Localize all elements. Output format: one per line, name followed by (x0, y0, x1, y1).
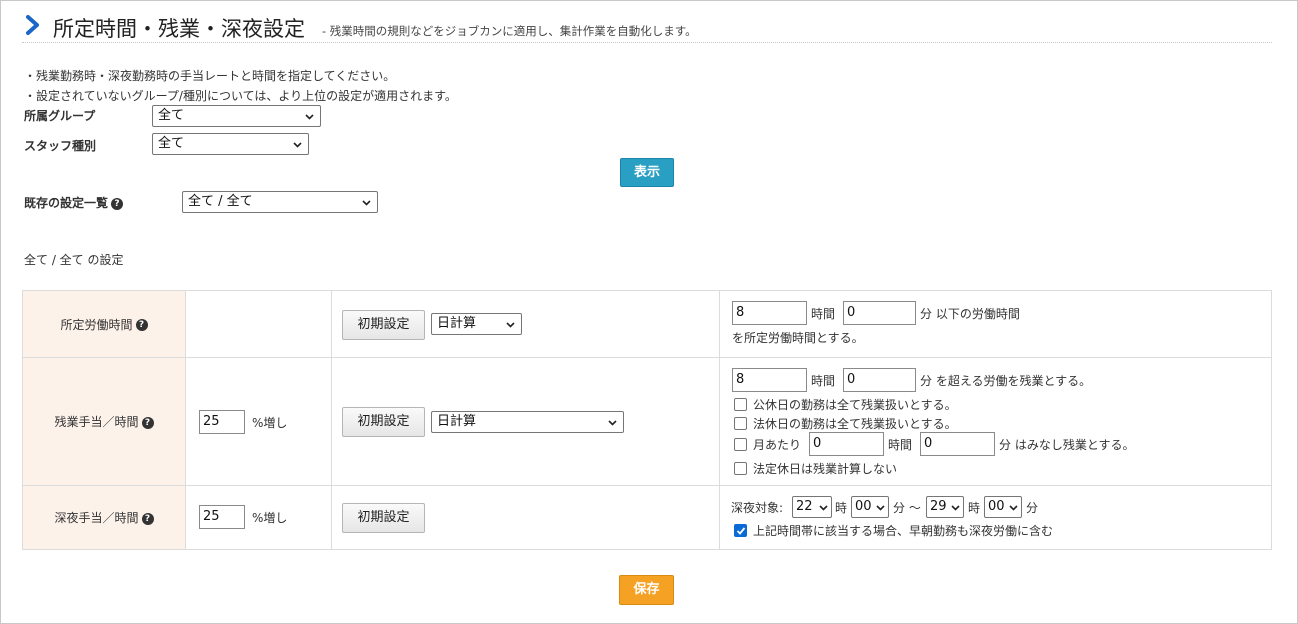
table-row: 深夜手当／時間? 25 %増し 初期設定 深夜対象: 22 時 00 分 〜 2… (22, 485, 1272, 550)
section-title: 全て / 全て の設定 (24, 253, 124, 267)
overtime-rate-cell: 25 %増し (185, 357, 332, 486)
save-button[interactable]: 保存 (619, 575, 674, 605)
night-init-button[interactable]: 初期設定 (342, 503, 425, 533)
page-header: 所定時間・残業・深夜設定 - 残業時間の規則などをジョブカンに適用し、集計作業を… (22, 10, 1272, 43)
scheduled-init-button[interactable]: 初期設定 (342, 310, 425, 340)
staff-type-label: スタッフ種別 (24, 139, 97, 153)
rate-unit: %増し (252, 416, 288, 430)
deemed-tail-text: 分 はみなし残業とする。 (999, 438, 1135, 452)
overtime-minutes-input[interactable]: 0 (843, 368, 916, 392)
hour-unit: 時 (835, 501, 848, 515)
group-select[interactable]: 全て (152, 105, 321, 127)
public-holiday-label: 公休日の勤務は全て残業扱いとする。 (753, 398, 957, 412)
scheduled-detail-cell: 8 時間 0 分 以下の労働時間 を所定労働時間とする。 (719, 290, 1272, 358)
early-morning-checkbox[interactable] (734, 524, 747, 537)
hours-unit: 時間 (811, 307, 836, 321)
chevron-down-icon (951, 505, 960, 511)
legal-holiday-label: 法休日の勤務は全て残業扱いとする。 (753, 417, 957, 431)
overtime-rate-input[interactable]: 25 (199, 410, 245, 434)
night-detail-cell: 深夜対象: 22 時 00 分 〜 29 時 00 分 上記時間帯に該当する場合… (719, 485, 1272, 550)
instructions: ・残業勤務時・深夜勤務時の手当レートと時間を指定してください。 ・設定されていな… (24, 66, 457, 106)
chevron-down-icon (293, 142, 302, 148)
night-target-label: 深夜対象: (731, 501, 784, 515)
existing-settings-select-value: 全て / 全て (188, 194, 253, 209)
minute-tilde: 分 〜 (893, 501, 921, 515)
deemed-minutes-input[interactable]: 0 (920, 432, 995, 456)
chevron-down-icon (819, 505, 828, 511)
hours-unit: 時間 (811, 374, 836, 388)
group-select-value: 全て (158, 108, 185, 123)
overtime-tail-text: 分 を超える労働を残業とする。 (920, 374, 1092, 388)
night-from-hour-select[interactable]: 22 (792, 496, 832, 518)
overtime-hours-input[interactable]: 8 (732, 368, 807, 392)
overtime-calc-select[interactable]: 日計算 (431, 411, 624, 433)
help-icon[interactable]: ? (141, 416, 154, 429)
scheduled-minutes-input[interactable]: 0 (843, 301, 916, 325)
minute-unit: 分 (1026, 501, 1039, 515)
check-icon (736, 527, 746, 535)
legal-holiday-checkbox[interactable] (734, 417, 747, 430)
existing-settings-select[interactable]: 全て / 全て (182, 191, 378, 213)
page-title: 所定時間・残業・深夜設定 (53, 17, 305, 41)
scheduled-tail-text: 分 以下の労働時間 (920, 307, 1020, 321)
table-row: 残業手当／時間? 25 %増し 初期設定 日計算 8 時間 0 分 を超える労働… (22, 357, 1272, 486)
overtime-header: 残業手当／時間? (22, 357, 186, 486)
hour-unit: 時 (968, 501, 981, 515)
settings-table: 所定労働時間? 初期設定 日計算 8 時間 0 分 以下の労働時間 を所定労働時… (22, 290, 1272, 550)
night-to-minute-select[interactable]: 00 (984, 496, 1022, 518)
legal-holiday-no-calc-label: 法定休日は残業計算しない (753, 462, 898, 476)
group-label: 所属グループ (24, 109, 96, 123)
night-from-minute-select[interactable]: 00 (851, 496, 889, 518)
instruction-line: ・設定されていないグループ/種別については、より上位の設定が適用されます。 (24, 89, 457, 103)
page-subtitle: - 残業時間の規則などをジョブカンに適用し、集計作業を自動化します。 (322, 24, 697, 38)
scheduled-calc-cell: 初期設定 日計算 (331, 290, 720, 358)
chevron-down-icon (876, 505, 885, 511)
early-morning-label: 上記時間帯に該当する場合、早朝勤務も深夜労働に含む (753, 524, 1054, 538)
hours-unit: 時間 (888, 438, 913, 452)
chevron-down-icon (305, 114, 314, 120)
show-button[interactable]: 表示 (620, 158, 674, 187)
legal-holiday-no-calc-checkbox[interactable] (734, 462, 747, 475)
scheduled-rate-cell (185, 290, 332, 358)
chevron-right-icon (26, 15, 39, 35)
scheduled-calc-select[interactable]: 日計算 (431, 313, 522, 335)
rate-unit: %増し (252, 511, 288, 525)
night-rate-input[interactable]: 25 (199, 505, 245, 529)
monthly-deemed-checkbox[interactable] (734, 438, 747, 451)
chevron-down-icon (362, 200, 371, 206)
deemed-hours-input[interactable]: 0 (809, 432, 884, 456)
help-icon[interactable]: ? (135, 319, 148, 331)
instruction-line: ・残業勤務時・深夜勤務時の手当レートと時間を指定してください。 (24, 69, 396, 83)
chevron-down-icon (506, 322, 515, 328)
scheduled-hours-header: 所定労働時間? (22, 290, 186, 358)
night-header: 深夜手当／時間? (22, 485, 186, 550)
overtime-init-button[interactable]: 初期設定 (342, 407, 425, 437)
table-row: 所定労働時間? 初期設定 日計算 8 時間 0 分 以下の労働時間 を所定労働時… (22, 290, 1272, 358)
night-rate-cell: 25 %増し (185, 485, 332, 550)
night-to-hour-select[interactable]: 29 (926, 496, 964, 518)
night-calc-cell: 初期設定 (331, 485, 720, 550)
overtime-calc-cell: 初期設定 日計算 (331, 357, 720, 486)
scheduled-line2-text: を所定労働時間とする。 (732, 331, 864, 345)
public-holiday-checkbox[interactable] (734, 398, 747, 411)
existing-settings-label: 既存の設定一覧? (24, 194, 124, 211)
help-icon[interactable]: ? (111, 197, 124, 210)
monthly-label: 月あたり (753, 438, 802, 452)
chevron-down-icon (608, 420, 617, 426)
chevron-down-icon (1009, 505, 1018, 511)
staff-type-select-value: 全て (158, 136, 185, 151)
help-icon[interactable]: ? (141, 512, 154, 525)
scheduled-hours-input[interactable]: 8 (732, 301, 807, 325)
overtime-detail-cell: 8 時間 0 分 を超える労働を残業とする。 公休日の勤務は全て残業扱いとする。… (719, 357, 1272, 486)
staff-type-select[interactable]: 全て (152, 133, 309, 155)
